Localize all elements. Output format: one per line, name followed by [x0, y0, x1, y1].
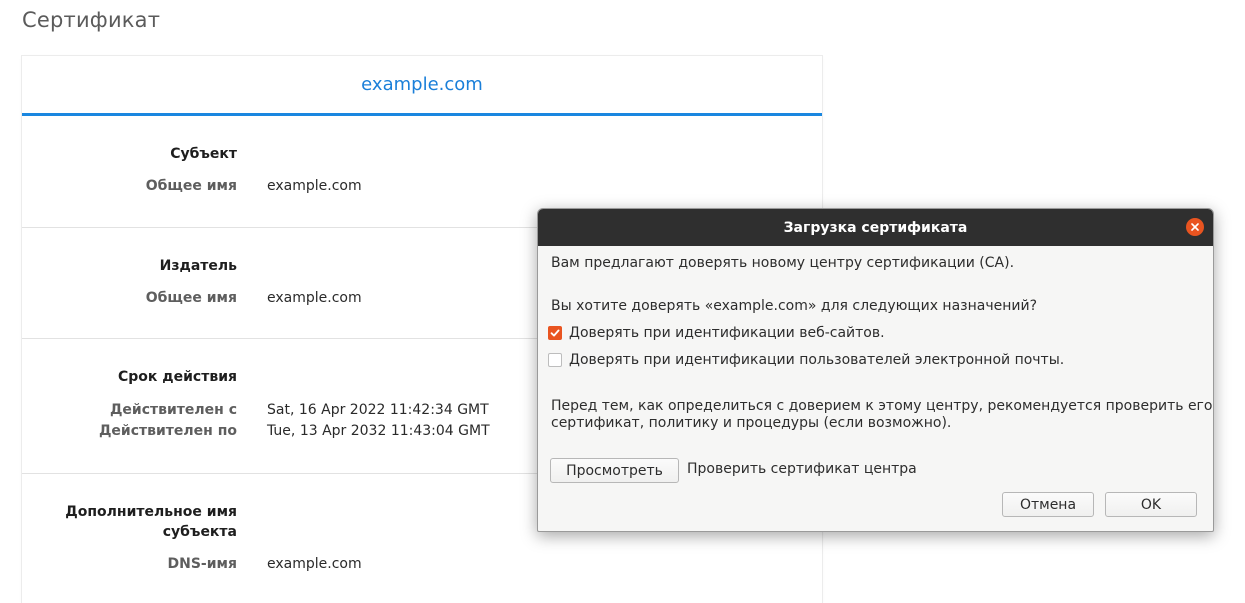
- dialog-title: Загрузка сертификата: [783, 219, 968, 236]
- dialog-intro-text: Вам предлагают доверять новому центру се…: [551, 255, 1015, 271]
- san-section-title: Дополнительное имя субъекта: [22, 502, 237, 542]
- dns-name-label: DNS-имя: [167, 556, 237, 572]
- close-icon[interactable]: [1186, 218, 1204, 236]
- dns-name-value: example.com: [267, 556, 362, 572]
- subject-cn-row: Общее имя example.com: [22, 178, 822, 194]
- ok-button[interactable]: OK: [1105, 492, 1197, 517]
- checkbox-unchecked-icon[interactable]: [548, 353, 562, 367]
- subject-cn-label: Общее имя: [145, 178, 237, 194]
- trust-websites-checkbox[interactable]: Доверять при идентификации веб-сайтов.: [548, 325, 885, 341]
- valid-to-value: Tue, 13 Apr 2032 11:43:04 GMT: [267, 423, 490, 439]
- cancel-button[interactable]: Отмена: [1002, 492, 1094, 517]
- dialog-advice-line1: Перед тем, как определиться с доверием к…: [551, 398, 1213, 414]
- valid-from-value: Sat, 16 Apr 2022 11:42:34 GMT: [267, 402, 489, 418]
- certificate-download-dialog: Загрузка сертификата Вам предлагают дове…: [537, 208, 1214, 532]
- certificate-tab-label[interactable]: example.com: [361, 74, 483, 95]
- view-certificate-button[interactable]: Просмотреть: [550, 458, 679, 483]
- dialog-question-text: Вы хотите доверять «example.com» для сле…: [551, 298, 1038, 314]
- dns-name-row: DNS-имя example.com: [22, 556, 822, 572]
- san-title-line2: субъекта: [162, 524, 237, 540]
- valid-to-label: Действителен по: [98, 423, 237, 439]
- dialog-advice-line2: сертификат, политику и процедуры (если в…: [551, 415, 952, 431]
- san-title-line1: Дополнительное имя: [65, 504, 237, 520]
- valid-from-label: Действителен с: [109, 402, 237, 418]
- checkbox-checked-icon[interactable]: [548, 326, 562, 340]
- issuer-section-title: Издатель: [159, 258, 237, 274]
- subject-cn-value: example.com: [267, 178, 362, 194]
- trust-email-label[interactable]: Доверять при идентификации пользователей…: [569, 352, 1064, 368]
- trust-websites-label[interactable]: Доверять при идентификации веб-сайтов.: [569, 325, 885, 341]
- page-title: Сертификат: [22, 8, 161, 32]
- issuer-cn-label: Общее имя: [145, 290, 237, 306]
- dialog-titlebar[interactable]: Загрузка сертификата: [538, 209, 1213, 246]
- subject-section-title: Субъект: [170, 146, 237, 162]
- trust-email-checkbox[interactable]: Доверять при идентификации пользователей…: [548, 352, 1064, 368]
- validity-section-title: Срок действия: [118, 369, 237, 385]
- certificate-tab-header: example.com: [22, 56, 822, 116]
- view-certificate-hint: Проверить сертификат центра: [687, 461, 917, 477]
- issuer-cn-value: example.com: [267, 290, 362, 306]
